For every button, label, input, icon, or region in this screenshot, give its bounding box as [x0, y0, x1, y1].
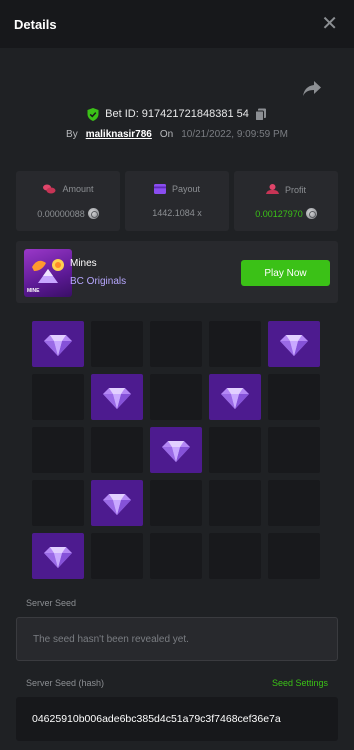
payout-label: Payout: [171, 184, 201, 194]
board-tile-gem: [32, 321, 84, 367]
on-label: On: [159, 128, 174, 140]
details-header: Details ✕: [0, 0, 354, 48]
board-tile-gem: [32, 533, 84, 579]
board-tile: [91, 427, 143, 473]
username-link[interactable]: maliknasir786: [86, 129, 152, 140]
share-icon[interactable]: [302, 80, 322, 98]
server-seed-label: Server Seed: [26, 598, 77, 608]
close-icon[interactable]: ✕: [321, 14, 338, 34]
board-tile: [150, 374, 202, 420]
board-tile: [32, 427, 84, 473]
board-tile: [209, 321, 261, 367]
thumb-label: MINE: [27, 288, 40, 294]
copy-icon[interactable]: [254, 108, 267, 121]
server-hash-label: Server Seed (hash): [26, 678, 105, 688]
payout-card: Payout 1442.1084 x: [125, 171, 229, 231]
gem-icon: [44, 335, 72, 356]
amount-label: Amount: [62, 184, 94, 194]
amount-value: 0.00000088: [37, 208, 85, 219]
board-tile: [150, 480, 202, 526]
gem-icon: [221, 388, 249, 409]
board-tile: [268, 480, 320, 526]
board-tile: [268, 533, 320, 579]
profit-value: 0.00127970: [255, 208, 303, 219]
board-tile: [150, 321, 202, 367]
payout-value: 1442.1084 x: [152, 208, 202, 218]
gem-icon: [162, 441, 190, 462]
board-tile-gem: [150, 427, 202, 473]
profit-icon: [265, 184, 279, 194]
shield-check-icon: [87, 107, 99, 121]
seed-settings-link[interactable]: Seed Settings: [272, 678, 328, 688]
bet-id-row: Bet ID: 917421721848381 54: [0, 106, 354, 122]
board-tile: [209, 427, 261, 473]
board-tile: [150, 533, 202, 579]
gem-icon: [44, 547, 72, 568]
board-tile: [32, 480, 84, 526]
bet-author-row: By maliknasir786 On 10/21/2022, 9:09:59 …: [0, 126, 354, 142]
board-tile: [268, 427, 320, 473]
server-hash-field[interactable]: 04625910b006ade6bc385d4c51a79c3f7468cef3…: [16, 697, 338, 741]
page-title: Details: [14, 16, 57, 32]
play-now-button[interactable]: Play Now: [241, 260, 330, 286]
bet-id: Bet ID: 917421721848381 54: [105, 108, 249, 120]
board-tile: [91, 533, 143, 579]
amount-icon: [43, 184, 56, 194]
mines-board: [32, 321, 320, 581]
by-label: By: [66, 128, 78, 140]
mines-thumbnail: MINE: [24, 249, 72, 297]
board-tile-gem: [209, 374, 261, 420]
bet-date: 10/21/2022, 9:09:59 PM: [181, 128, 288, 140]
gem-icon: [103, 388, 131, 409]
board-tile: [32, 374, 84, 420]
coin-icon: [305, 208, 317, 219]
payout-icon: [153, 184, 166, 194]
board-tile-gem: [268, 321, 320, 367]
game-provider: BC Originals: [70, 276, 127, 287]
game-name: Mines: [70, 258, 97, 269]
gem-icon: [280, 335, 308, 356]
amount-card: Amount 0.00000088: [16, 171, 120, 231]
gem-icon: [103, 494, 131, 515]
profit-card: Profit 0.00127970: [234, 171, 338, 231]
board-tile: [209, 533, 261, 579]
server-seed-field: The seed hasn't been revealed yet.: [16, 617, 338, 661]
coin-icon: [87, 208, 99, 219]
board-tile: [209, 480, 261, 526]
board-tile: [268, 374, 320, 420]
profit-label: Profit: [284, 184, 306, 195]
board-tile-gem: [91, 480, 143, 526]
board-tile: [91, 321, 143, 367]
board-tile-gem: [91, 374, 143, 420]
